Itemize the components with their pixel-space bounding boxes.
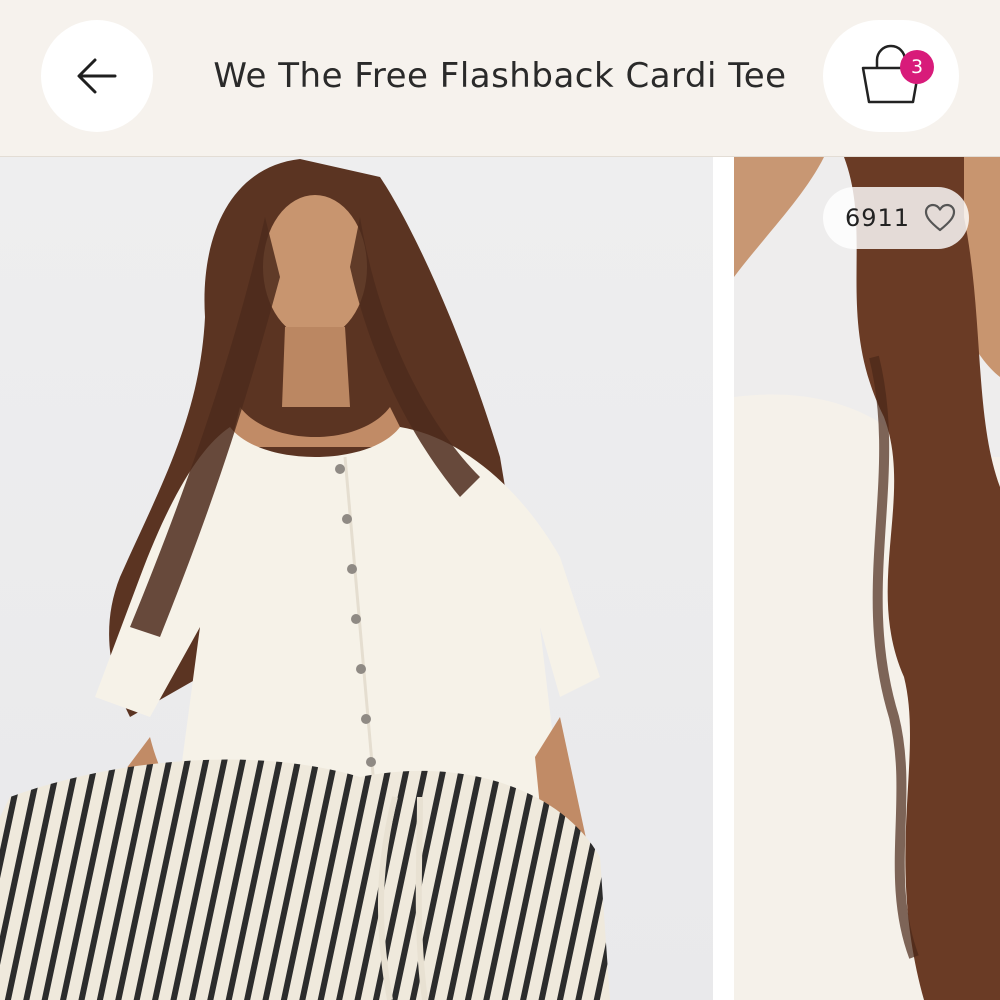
like-count: 6911 — [845, 204, 911, 232]
top-bar: We The Free Flashback Cardi Tee 3 — [0, 0, 1000, 157]
cart-count-badge: 3 — [900, 50, 934, 84]
heart-outline-icon — [924, 203, 956, 233]
product-image-gallery[interactable] — [0, 157, 1000, 1000]
arrow-left-icon — [75, 54, 119, 98]
product-photo-secondary[interactable] — [734, 157, 1000, 1000]
like-button[interactable]: 6911 — [823, 187, 969, 249]
cart-button[interactable] — [823, 20, 959, 132]
gallery-gap — [713, 157, 734, 1000]
back-button[interactable] — [41, 20, 153, 132]
product-title: We The Free Flashback Cardi Tee — [213, 56, 787, 96]
product-photo-main[interactable] — [0, 157, 713, 1000]
